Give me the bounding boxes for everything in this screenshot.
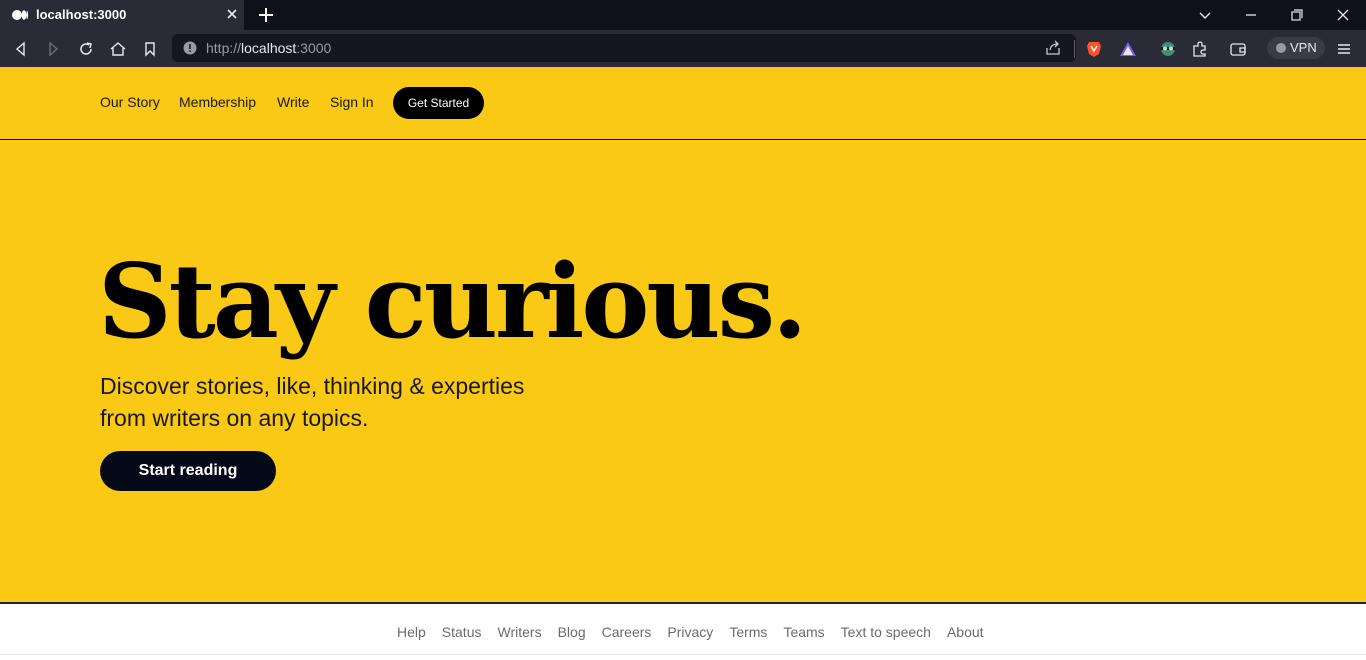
address-bar[interactable]: http://localhost:3000 xyxy=(172,34,1076,62)
extension-agent-icon[interactable] xyxy=(1158,39,1178,59)
url-host: localhost xyxy=(241,40,297,56)
footer-link-teams[interactable]: Teams xyxy=(783,624,824,640)
url-scheme: http:// xyxy=(206,40,242,56)
url-port: :3000 xyxy=(296,40,332,56)
browser-tabstrip: localhost:3000 xyxy=(0,0,1366,30)
vpn-label: VPN xyxy=(1290,40,1317,55)
nav-sign-in[interactable]: Sign In xyxy=(330,94,374,110)
home-icon[interactable] xyxy=(108,39,128,59)
vpn-button[interactable]: VPN xyxy=(1267,37,1325,59)
site-header: Our Story Membership Write Sign In Get S… xyxy=(0,67,1366,140)
restore-icon[interactable] xyxy=(1287,5,1307,25)
brave-shields-icon[interactable] xyxy=(1084,39,1104,59)
footer-links: Help Status Writers Blog Careers Privacy… xyxy=(397,624,1000,640)
footer-bottom-border xyxy=(0,654,1366,660)
footer-link-text-to-speech[interactable]: Text to speech xyxy=(841,624,931,640)
hero-subtitle-line-1: Discover stories, like, thinking & exper… xyxy=(100,373,525,399)
tab-search-chevron-icon[interactable] xyxy=(1195,5,1215,25)
browser-toolbar: http://localhost:3000 1 xyxy=(0,30,1366,80)
vpn-status-icon xyxy=(1276,43,1286,53)
url-text: http://localhost:3000 xyxy=(206,40,331,56)
reload-icon[interactable] xyxy=(76,39,96,59)
footer-link-about[interactable]: About xyxy=(947,624,984,640)
share-icon[interactable] xyxy=(1044,39,1062,57)
back-icon[interactable] xyxy=(11,39,31,59)
footer-link-help[interactable]: Help xyxy=(397,624,426,640)
footer-link-writers[interactable]: Writers xyxy=(498,624,542,640)
bookmark-icon[interactable] xyxy=(140,39,160,59)
nav-write[interactable]: Write xyxy=(277,94,309,110)
brave-rewards-icon[interactable] xyxy=(1118,39,1138,59)
site-info-icon[interactable] xyxy=(183,41,197,55)
medium-favicon-icon xyxy=(12,10,28,20)
get-started-button[interactable]: Get Started xyxy=(393,87,484,119)
wallet-icon[interactable] xyxy=(1228,39,1248,59)
tab-title: localhost:3000 xyxy=(36,7,127,22)
forward-icon[interactable] xyxy=(43,39,63,59)
extensions-puzzle-icon[interactable] xyxy=(1190,39,1210,59)
close-window-icon[interactable] xyxy=(1333,5,1353,25)
hero-title: Stay curious. xyxy=(98,242,808,362)
close-tab-icon[interactable] xyxy=(224,6,240,22)
nav-our-story[interactable]: Our Story xyxy=(100,94,160,110)
footer-link-privacy[interactable]: Privacy xyxy=(667,624,713,640)
new-tab-icon[interactable] xyxy=(256,5,276,25)
hero-subtitle-line-2: from writers on any topics. xyxy=(100,405,369,431)
site-footer: Help Status Writers Blog Careers Privacy… xyxy=(0,602,1366,660)
nav-membership[interactable]: Membership xyxy=(179,94,256,110)
footer-link-blog[interactable]: Blog xyxy=(558,624,586,640)
start-reading-button[interactable]: Start reading xyxy=(100,451,276,491)
minimize-icon[interactable] xyxy=(1241,5,1261,25)
toolbar-divider xyxy=(1074,40,1075,58)
hero-subtitle: Discover stories, like, thinking & exper… xyxy=(100,370,570,434)
footer-link-status[interactable]: Status xyxy=(442,624,482,640)
footer-link-terms[interactable]: Terms xyxy=(729,624,767,640)
menu-hamburger-icon[interactable] xyxy=(1334,39,1354,59)
footer-link-careers[interactable]: Careers xyxy=(602,624,652,640)
browser-tab[interactable]: localhost:3000 xyxy=(0,0,244,30)
hero-section: Stay curious. Discover stories, like, th… xyxy=(0,140,1366,602)
